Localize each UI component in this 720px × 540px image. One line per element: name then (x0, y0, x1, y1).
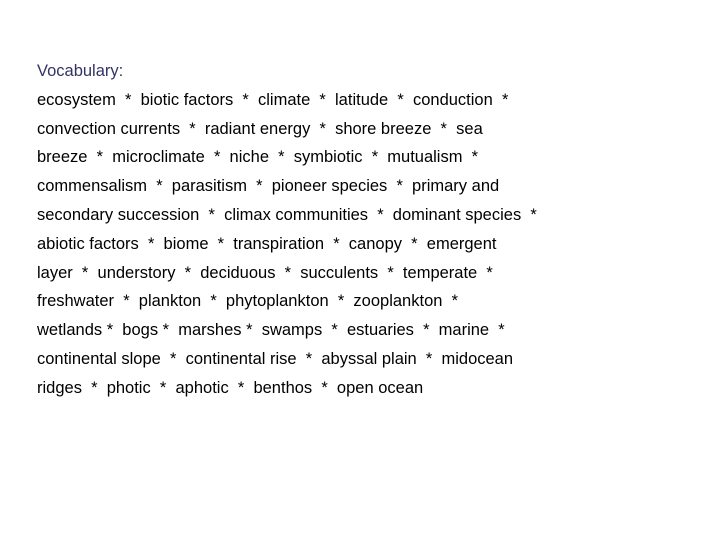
vocabulary-line-1: ecosystem * biotic factors * climate * l… (37, 90, 509, 109)
vocabulary-line-4: commensalism * parasitism * pioneer spec… (37, 177, 500, 196)
vocabulary-heading: Vocabulary: (37, 62, 124, 80)
vocabulary-text-block: Vocabulary: ecosystem * biotic factors *… (37, 57, 687, 403)
vocabulary-line-11: ridges * photic * aphotic * benthos * op… (37, 378, 424, 397)
vocabulary-line-9: wetlands * bogs * marshes * swamps * est… (37, 321, 505, 340)
vocabulary-line-7: layer * understory * deciduous * succule… (37, 263, 493, 282)
vocabulary-line-2: convection currents * radiant energy * s… (37, 119, 483, 138)
vocabulary-line-10: continental slope * continental rise * a… (37, 349, 514, 368)
vocabulary-line-6: abiotic factors * biome * transpiration … (37, 234, 497, 253)
vocabulary-line-5: secondary succession * climax communitie… (37, 205, 537, 224)
vocabulary-slide: Vocabulary: ecosystem * biotic factors *… (0, 0, 720, 540)
vocabulary-line-3: breeze * microclimate * niche * symbioti… (37, 148, 479, 167)
vocabulary-line-8: freshwater * plankton * phytoplankton * … (37, 292, 459, 311)
